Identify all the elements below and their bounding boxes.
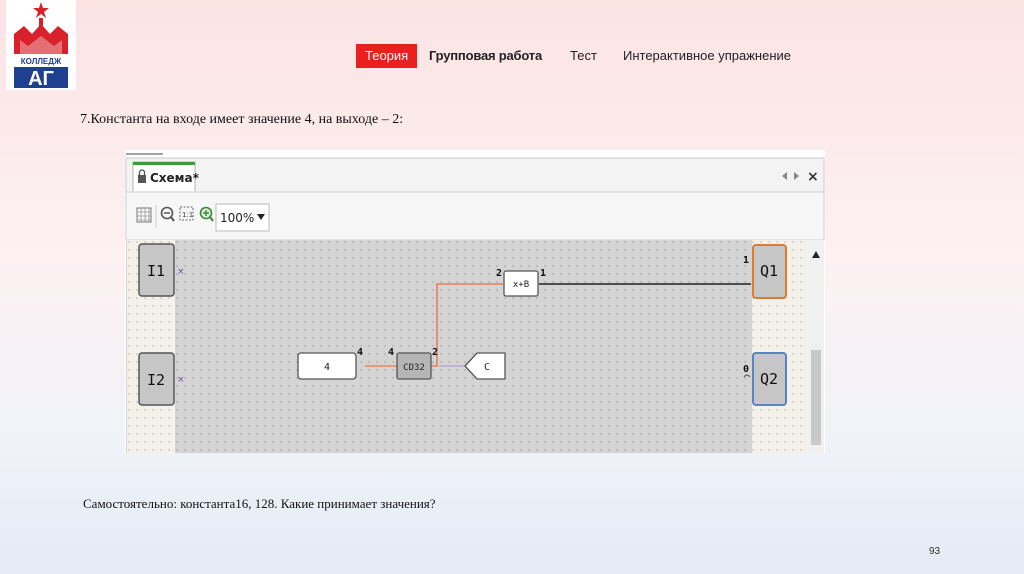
scheme-screenshot: Схема* × 1:1 100% I1 × I2 × Q1 Q2 4 4 4 … xyxy=(125,150,825,453)
svg-text:×: × xyxy=(177,267,185,277)
zoom-value: 100% xyxy=(220,211,254,225)
vertical-scrollbar[interactable] xyxy=(808,240,824,453)
page-number: 93 xyxy=(929,546,941,557)
nav-group-work[interactable]: Групповая работа xyxy=(429,44,542,68)
multiplier-block[interactable]: x+B xyxy=(503,270,539,297)
multiplier-label: x+B xyxy=(513,280,529,290)
pin-q1-in: 1 xyxy=(743,255,749,266)
output-q1-label: Q1 xyxy=(760,262,778,280)
nav-theory[interactable]: Теория xyxy=(356,44,418,68)
pin-cd32-in: 4 xyxy=(388,347,394,358)
output-q2-block[interactable]: Q2 xyxy=(752,352,787,406)
nav-test[interactable]: Тест xyxy=(570,44,597,68)
self-work-text: Самостоятельно: константа16, 128. Какие … xyxy=(83,496,436,511)
task-text: 7.Константа на входе имеет значение 4, н… xyxy=(80,112,404,127)
pin-cd32-out: 2 xyxy=(432,347,438,358)
input-i1-block[interactable]: I1 xyxy=(138,243,175,297)
tab-scheme[interactable]: Схема* xyxy=(132,161,200,193)
pin-mult-in: 2 xyxy=(496,268,502,279)
kremlin-star-icon xyxy=(33,2,49,18)
constant-block[interactable]: 4 xyxy=(297,352,357,380)
top-navigation: Теория Групповая работа Тест Интерактивн… xyxy=(0,44,1024,68)
output-q1-block[interactable]: Q1 xyxy=(752,244,787,299)
input-i1-label: I1 xyxy=(147,262,165,280)
cd32-label: CD32 xyxy=(403,363,425,373)
c-block-label: C xyxy=(484,362,490,373)
nav-interactive[interactable]: Интерактивное упражнение xyxy=(623,44,791,68)
input-i2-label: I2 xyxy=(147,371,165,389)
cd32-block[interactable]: CD32 xyxy=(396,352,432,380)
pin-q2-in: 0 xyxy=(743,364,749,375)
zoom-select[interactable]: 100% xyxy=(215,203,270,232)
constant-value: 4 xyxy=(324,362,330,373)
pin-mult-out: 1 xyxy=(540,268,546,279)
close-icon[interactable]: × xyxy=(807,169,819,185)
output-q2-label: Q2 xyxy=(760,370,778,388)
svg-text:×: × xyxy=(177,375,185,385)
logo-mark: АГ xyxy=(28,68,54,90)
pin-const-out: 4 xyxy=(357,347,363,358)
tab-title: Схема* xyxy=(150,171,200,185)
zoom-reset-label: 1:1 xyxy=(182,211,193,219)
input-i2-block[interactable]: I2 xyxy=(138,352,175,406)
scrollbar-thumb[interactable] xyxy=(811,350,821,445)
